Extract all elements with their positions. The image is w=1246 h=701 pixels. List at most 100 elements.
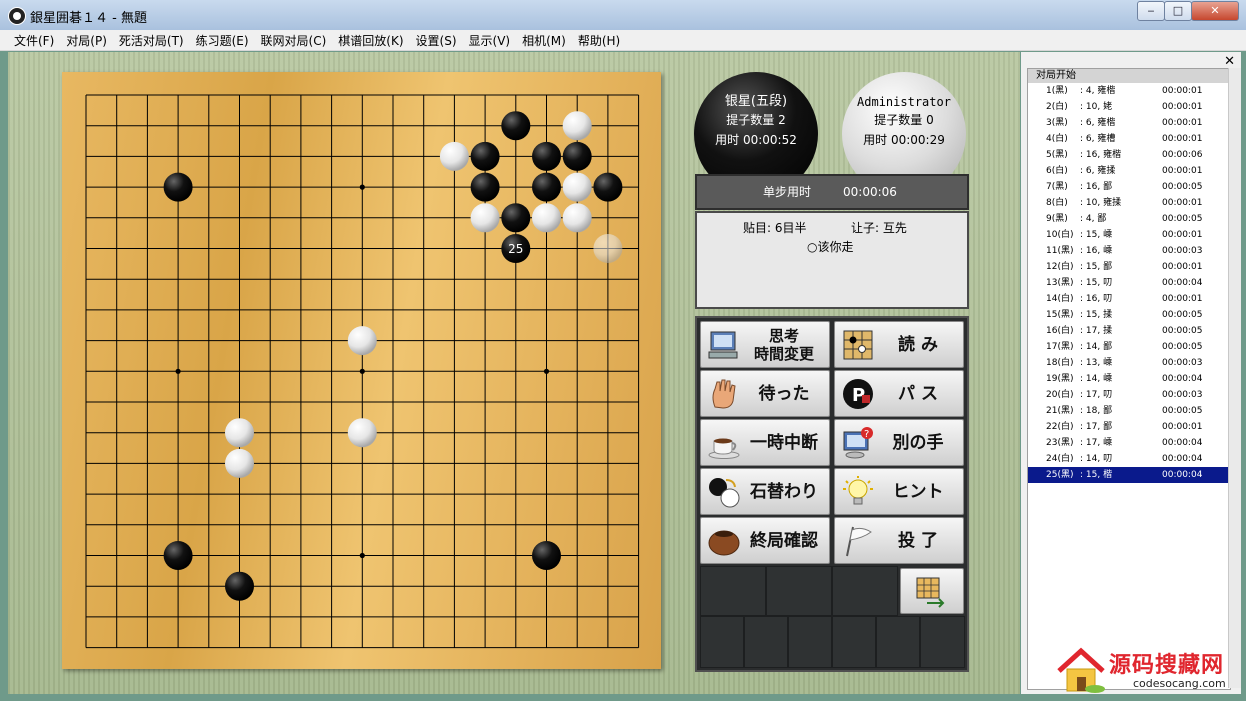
black-stone[interactable] xyxy=(470,172,500,202)
menu-game[interactable]: 对局(P) xyxy=(60,31,113,51)
undo-button[interactable]: 待った xyxy=(700,370,830,417)
white-stone[interactable] xyxy=(347,326,377,356)
star-point xyxy=(359,368,365,374)
star-point xyxy=(359,552,365,559)
black-stone[interactable] xyxy=(532,541,561,570)
move-list[interactable]: 对局开始 1(黑): 4, 雍楷 00:00:01 2(白): 10, 姥 00:00… xyxy=(1027,68,1231,690)
white-stone[interactable] xyxy=(225,418,254,448)
black-stone[interactable] xyxy=(562,141,592,171)
move-row[interactable]: 9(黑): 4, 鄙 00:00:05 xyxy=(1028,211,1230,227)
move-row[interactable]: 12(白): 15, 鄙 00:00:01 xyxy=(1028,259,1230,275)
minimize-button[interactable]: ‒ xyxy=(1137,1,1165,21)
resign-button[interactable]: 投 了 xyxy=(834,517,964,564)
think-time-button[interactable]: 思考 時間変更 xyxy=(700,321,830,368)
move-row[interactable]: 23(黑): 17, 嵊 00:00:04 xyxy=(1028,435,1230,451)
black-captures: 提子数量 2 xyxy=(726,113,786,127)
black-stone[interactable] xyxy=(470,141,500,171)
menu-life-death[interactable]: 死活对局(T) xyxy=(113,31,190,51)
move-list-scrollbar[interactable] xyxy=(1228,68,1241,688)
menu-exercises[interactable]: 练习题(E) xyxy=(190,31,255,51)
move-row[interactable]: 21(黑): 18, 鄙 00:00:05 xyxy=(1028,403,1230,419)
white-stone[interactable] xyxy=(347,418,377,448)
app-logo-icon[interactable] xyxy=(8,7,26,25)
hint-ghost-stone[interactable] xyxy=(593,234,623,263)
move-row[interactable]: 4(白): 6, 雍槽 00:00:01 xyxy=(1028,131,1230,147)
move-row[interactable]: 2(白): 10, 姥 00:00:01 xyxy=(1028,99,1230,115)
move-time: 00:00:01 xyxy=(1162,86,1203,96)
move-row[interactable]: 5(黑): 16, 雍楷 00:00:06 xyxy=(1028,147,1230,163)
move-row[interactable]: 15(黑): 15, 揉 00:00:05 xyxy=(1028,307,1230,323)
white-stone[interactable] xyxy=(439,141,469,171)
end-check-button[interactable]: 終局確認 xyxy=(700,517,830,564)
black-stone[interactable] xyxy=(593,172,623,202)
white-stone[interactable] xyxy=(562,111,592,141)
white-stone[interactable] xyxy=(562,203,592,233)
board-grid[interactable]: 25 xyxy=(62,72,661,669)
move-row[interactable]: 11(黑): 16, 嵊 00:00:03 xyxy=(1028,243,1230,259)
move-position: : 13, 嵊 xyxy=(1080,358,1113,368)
menu-camera[interactable]: 相机(M) xyxy=(516,31,572,51)
pass-label: パ ス xyxy=(898,383,938,404)
think-time-label-2: 時間変更 xyxy=(753,344,814,363)
window-title: 銀星囲碁１４ - 無題 xyxy=(30,11,147,26)
move-time: 00:00:04 xyxy=(1162,278,1203,288)
move-row[interactable]: 13(黑): 15, 叨 00:00:04 xyxy=(1028,275,1230,291)
black-stone[interactable] xyxy=(532,172,561,202)
menu-help[interactable]: 帮助(H) xyxy=(572,31,626,51)
move-number: 19(黑) xyxy=(1046,374,1074,384)
menu-replay[interactable]: 棋谱回放(K) xyxy=(332,31,409,51)
read-button[interactable]: 読 み xyxy=(834,321,964,368)
black-stone[interactable] xyxy=(163,172,193,202)
move-row[interactable]: 18(白): 13, 嵊 00:00:03 xyxy=(1028,355,1230,371)
hand-icon xyxy=(712,379,736,409)
panel-close-icon[interactable]: ✕ xyxy=(1224,54,1235,69)
move-row[interactable]: 7(黑): 16, 鄙 00:00:05 xyxy=(1028,179,1230,195)
pause-button[interactable]: 一時中断 xyxy=(700,419,830,466)
maximize-button[interactable]: □ xyxy=(1164,1,1192,21)
lightbulb-icon xyxy=(843,476,873,505)
move-position: : 17, 嵊 xyxy=(1080,438,1113,448)
black-stone[interactable] xyxy=(225,571,254,601)
menu-bar: 文件(F) 对局(P) 死活对局(T) 练习题(E) 联网对局(C) 棋谱回放(K) 设置(… xyxy=(0,30,1246,51)
white-stone[interactable] xyxy=(562,172,592,202)
move-row[interactable]: 10(白): 15, 嵊 00:00:01 xyxy=(1028,227,1230,243)
white-stone[interactable] xyxy=(532,203,561,233)
move-position: : 6, 雍槽 xyxy=(1080,134,1116,144)
hint-button[interactable]: ヒント xyxy=(834,468,964,515)
go-board[interactable]: 25 xyxy=(62,72,661,669)
swap-stones-button[interactable]: 石替わり xyxy=(700,468,830,515)
move-row[interactable]: 20(白): 17, 叨 00:00:03 xyxy=(1028,387,1230,403)
svg-text:?: ? xyxy=(864,429,869,440)
menu-file[interactable]: 文件(F) xyxy=(8,31,60,51)
move-position: : 17, 揉 xyxy=(1080,326,1113,336)
move-row[interactable]: 24(白): 14, 叨 00:00:04 xyxy=(1028,451,1230,467)
move-row[interactable]: 14(白): 16, 叨 00:00:01 xyxy=(1028,291,1230,307)
move-row[interactable]: 6(白): 6, 雍揉 00:00:01 xyxy=(1028,163,1230,179)
move-row[interactable]: 19(黑): 14, 嵊 00:00:04 xyxy=(1028,371,1230,387)
menu-online[interactable]: 联网对局(C) xyxy=(255,31,333,51)
white-stone[interactable] xyxy=(225,448,254,478)
other-move-button[interactable]: ? 別の手 xyxy=(834,419,964,466)
move-position: : 15, 鄙 xyxy=(1080,262,1113,272)
menu-view[interactable]: 显示(V) xyxy=(463,31,517,51)
menu-settings[interactable]: 设置(S) xyxy=(410,31,463,51)
move-row[interactable]: 1(黑): 4, 雍楷 00:00:01 xyxy=(1028,83,1230,99)
black-stone[interactable] xyxy=(163,541,193,570)
white-stone[interactable] xyxy=(470,203,500,233)
move-row[interactable]: 8(白): 10, 雍揉 00:00:01 xyxy=(1028,195,1230,211)
move-number: 25(黑) xyxy=(1046,470,1074,480)
pass-button[interactable]: P パ ス xyxy=(834,370,964,417)
black-stone[interactable] xyxy=(501,203,531,233)
move-row[interactable]: 16(白): 17, 揉 00:00:05 xyxy=(1028,323,1230,339)
empty-slot xyxy=(766,566,832,616)
close-window-button[interactable]: ✕ xyxy=(1191,1,1239,21)
move-row[interactable]: 17(黑): 14, 鄙 00:00:05 xyxy=(1028,339,1230,355)
move-row[interactable]: 3(黑): 6, 雍楷 00:00:01 xyxy=(1028,115,1230,131)
move-number: 15(黑) xyxy=(1046,310,1074,320)
move-row[interactable]: 22(白): 17, 鄙 00:00:01 xyxy=(1028,419,1230,435)
black-stone[interactable] xyxy=(501,111,531,141)
board-edit-button[interactable] xyxy=(900,568,964,614)
move-time: 00:00:06 xyxy=(1162,150,1203,160)
black-stone[interactable] xyxy=(532,141,561,171)
move-row[interactable]: 25(黑): 15, 楷 00:00:04 xyxy=(1028,467,1230,483)
